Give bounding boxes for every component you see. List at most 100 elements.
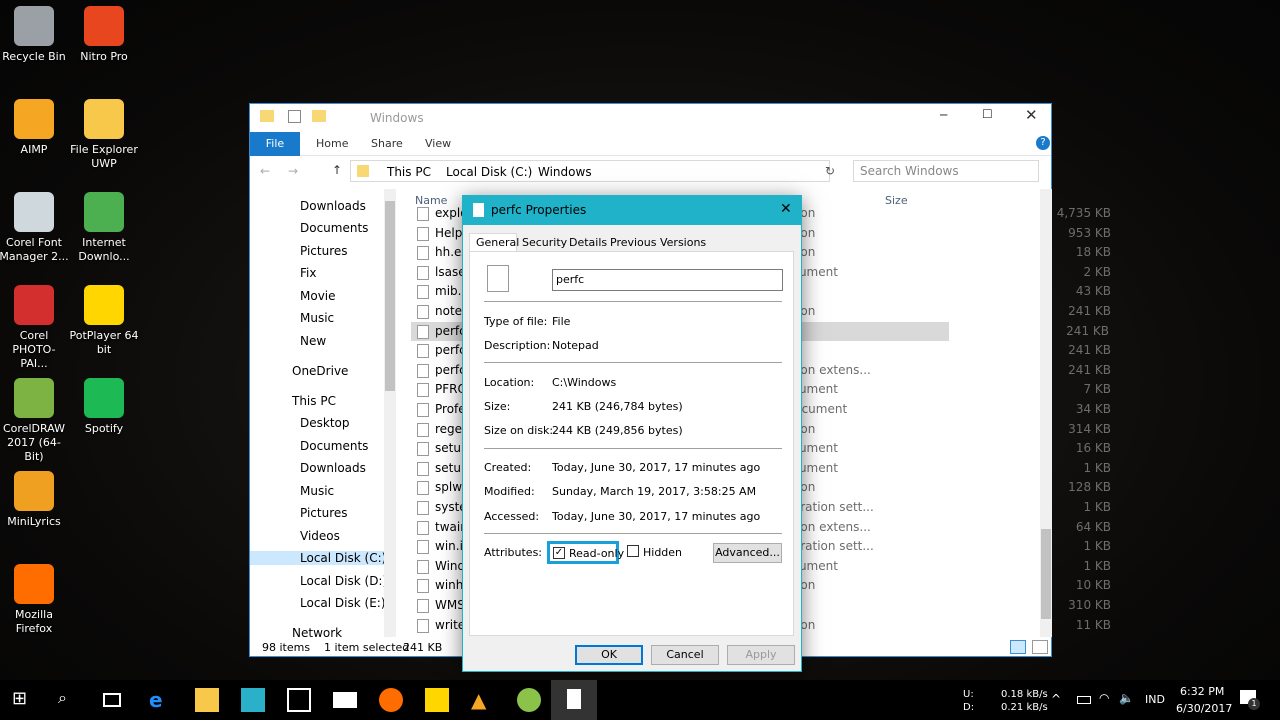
file-scrollbar[interactable]: [1040, 189, 1052, 637]
ok-button[interactable]: OK: [575, 645, 643, 665]
search-icon[interactable]: ⌕: [58, 688, 82, 712]
hidden-checkbox[interactable]: [627, 545, 639, 557]
help-icon[interactable]: ?: [1036, 136, 1050, 150]
desktop-icon[interactable]: Corel PHOTO-PAI...: [0, 285, 69, 371]
nav-item[interactable]: Music: [300, 484, 334, 498]
nav-item[interactable]: Downloads: [300, 461, 366, 475]
wifi-icon[interactable]: ◠: [1099, 691, 1109, 705]
field-label: Created:: [484, 461, 532, 474]
chevron-up-icon[interactable]: ^: [1051, 692, 1061, 706]
cancel-button[interactable]: Cancel: [651, 645, 719, 665]
advanced-button[interactable]: Advanced...: [713, 543, 782, 563]
desktop-icon[interactable]: PotPlayer 64 bit: [69, 285, 139, 357]
breadcrumb-windows[interactable]: Windows: [538, 165, 592, 179]
start-button[interactable]: ⊞: [12, 688, 36, 712]
desktop-icon[interactable]: Spotify: [69, 378, 139, 436]
edge-icon[interactable]: e: [149, 688, 173, 712]
nav-item[interactable]: Downloads: [300, 199, 366, 213]
nav-scrollbar[interactable]: [384, 189, 396, 637]
readonly-checkbox[interactable]: ✓ Read-only: [547, 541, 624, 564]
up-button[interactable]: ↑: [332, 163, 342, 177]
large-icons-view-icon[interactable]: [1032, 640, 1048, 654]
nav-item[interactable]: This PC: [292, 394, 336, 408]
field-value: Notepad: [552, 339, 599, 352]
tab-file[interactable]: File: [250, 132, 300, 156]
file-explorer-icon[interactable]: [195, 688, 219, 712]
desktop-icon-label: Corel Font Manager 2...: [0, 236, 69, 263]
desktop-icon-label: CorelDRAW 2017 (64-Bit): [3, 422, 65, 463]
back-button[interactable]: ←: [260, 164, 270, 178]
details-view-icon[interactable]: [1010, 640, 1026, 654]
mail-icon[interactable]: [333, 692, 357, 708]
battery-icon[interactable]: [1077, 696, 1091, 704]
file-icon: [417, 540, 429, 555]
breadcrumb-this-pc[interactable]: This PC: [387, 165, 431, 179]
nav-item[interactable]: Documents: [300, 439, 368, 453]
title-bar: Windows ─ ☐ ✕: [250, 104, 1051, 132]
volume-icon[interactable]: 🔈: [1119, 691, 1134, 705]
file-icon: [417, 442, 429, 457]
aimp-icon[interactable]: ▲: [471, 688, 495, 712]
nav-item[interactable]: Music: [300, 311, 334, 325]
desktop-icon[interactable]: CorelDRAW 2017 (64-Bit): [0, 378, 69, 464]
upload-speed: 0.18 kB/s: [1001, 689, 1048, 700]
clock-time[interactable]: 6:32 PM: [1180, 685, 1224, 698]
tab-view[interactable]: View: [425, 137, 451, 150]
language-indicator[interactable]: IND: [1145, 693, 1165, 706]
dialog-close-button[interactable]: ✕: [780, 201, 792, 217]
field-value: 244 KB (249,856 bytes): [552, 424, 683, 437]
tab-general[interactable]: General: [469, 233, 519, 252]
store-icon[interactable]: [287, 688, 311, 712]
app-icon: [14, 192, 54, 232]
minimize-button[interactable]: ─: [940, 108, 947, 122]
address-bar[interactable]: This PC Local Disk (C:) Windows ↻: [350, 160, 835, 182]
search-input[interactable]: Search Windows: [853, 160, 1039, 182]
breadcrumb-local-disk[interactable]: Local Disk (C:): [446, 165, 532, 179]
nav-item[interactable]: Fix: [300, 266, 316, 280]
nav-item[interactable]: Pictures: [300, 244, 348, 258]
desktop-icon[interactable]: AIMP: [0, 99, 69, 157]
nav-item[interactable]: Documents: [300, 221, 368, 235]
tab-security[interactable]: Security: [522, 236, 567, 249]
app-icon: [14, 471, 54, 511]
nav-item[interactable]: OneDrive: [292, 364, 348, 378]
apply-button[interactable]: Apply: [727, 645, 795, 665]
tab-previous-versions[interactable]: Previous Versions: [610, 236, 706, 249]
potplayer-icon[interactable]: [425, 688, 449, 712]
coreldraw-icon[interactable]: [517, 688, 541, 712]
close-button[interactable]: ✕: [1025, 106, 1038, 124]
nav-item[interactable]: Local Disk (E:): [300, 596, 386, 610]
notepad-task[interactable]: [551, 680, 597, 720]
desktop-icon[interactable]: Mozilla Firefox: [0, 564, 69, 636]
tab-share[interactable]: Share: [371, 137, 403, 150]
nav-item[interactable]: Videos: [300, 529, 340, 543]
desktop-icon[interactable]: Nitro Pro: [69, 6, 139, 64]
tab-home[interactable]: Home: [316, 137, 348, 150]
maximize-button[interactable]: ☐: [982, 107, 993, 121]
firefox-icon[interactable]: [379, 688, 403, 712]
desktop-icon-label: File Explorer UWP: [70, 143, 138, 170]
nav-item[interactable]: Movie: [300, 289, 336, 303]
nav-item[interactable]: Network: [292, 626, 342, 640]
desktop-icon[interactable]: Corel Font Manager 2...: [0, 192, 69, 264]
task-view-icon[interactable]: [103, 693, 121, 707]
desktop-icon[interactable]: MiniLyrics: [0, 471, 69, 529]
forward-button[interactable]: →: [288, 164, 298, 178]
nav-item[interactable]: Pictures: [300, 506, 348, 520]
store-app-icon[interactable]: [241, 688, 265, 712]
refresh-icon[interactable]: ↻: [825, 164, 835, 178]
properties-icon[interactable]: [288, 110, 301, 123]
app-icon: [14, 564, 54, 604]
new-folder-icon[interactable]: [312, 110, 326, 122]
clock-date[interactable]: 6/30/2017: [1176, 702, 1232, 715]
desktop-icon[interactable]: Internet Downlo...: [69, 192, 139, 264]
nav-item[interactable]: Local Disk (C:): [250, 551, 386, 565]
filename-input[interactable]: perfc: [552, 269, 783, 291]
desktop-icon[interactable]: File Explorer UWP: [69, 99, 139, 171]
field-value: C:\Windows: [552, 376, 617, 389]
tab-details[interactable]: Details: [569, 236, 607, 249]
nav-item[interactable]: Local Disk (D:): [300, 574, 387, 588]
nav-item[interactable]: New: [300, 334, 326, 348]
nav-item[interactable]: Desktop: [300, 416, 350, 430]
desktop-icon[interactable]: Recycle Bin: [0, 6, 69, 64]
